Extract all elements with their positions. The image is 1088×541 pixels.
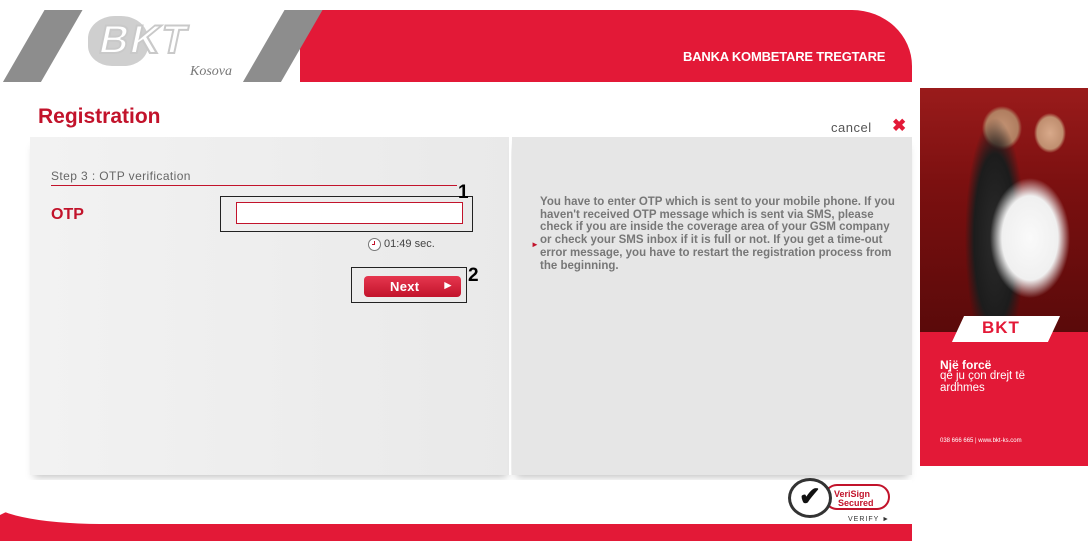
logo-slash-left <box>0 10 86 82</box>
form-panel <box>30 137 511 475</box>
arrow-right-icon: ► <box>442 278 454 292</box>
verisign-verify-link[interactable]: VERIFY ► <box>848 516 890 523</box>
otp-input[interactable] <box>236 202 463 224</box>
verisign-secured-label: Secured <box>838 498 874 508</box>
ad-slogan-line3: ardhmes <box>940 382 985 394</box>
next-button[interactable]: Next ► <box>364 276 461 297</box>
next-button-label: Next <box>390 279 420 294</box>
checkmark-glyph: ✔ <box>799 481 821 511</box>
clock-icon <box>368 238 381 251</box>
checkmark-icon: ✔ <box>788 478 832 518</box>
logo-panel: BKT Kosova <box>0 10 326 82</box>
logo-text: BKT <box>94 17 194 63</box>
logo-slash-right <box>236 10 326 82</box>
otp-timer: 01:49 sec. <box>384 238 435 250</box>
header-banner: BKT Kosova BANKA KOMBETARE TREGTARE <box>0 10 912 82</box>
panel-divider <box>509 137 511 475</box>
ad-logo: BKT <box>982 318 1020 337</box>
side-advertisement[interactable]: BKT Një forcë që ju çon drejt të ardhmes… <box>920 88 1088 466</box>
ad-slogan-line2: që ju çon drejt të <box>940 370 1026 382</box>
cancel-link[interactable]: cancel <box>831 120 872 135</box>
bullet-icon: ► <box>531 240 539 249</box>
annotation-marker-1: 1 <box>458 182 469 203</box>
page-title: Registration <box>38 105 161 128</box>
logo-subtitle: Kosova <box>190 64 232 79</box>
close-icon[interactable]: ✖ <box>892 116 906 136</box>
ad-photo <box>920 88 1088 332</box>
otp-label: OTP <box>51 206 84 223</box>
bank-name: BANKA KOMBETARE TREGTARE <box>683 49 886 64</box>
annotation-marker-2: 2 <box>468 265 479 286</box>
step-divider <box>51 185 457 186</box>
help-panel <box>512 137 912 475</box>
ad-contact: 038 666 665 | www.bkt-ks.com <box>940 438 1022 444</box>
step-label: Step 3 : OTP verification <box>51 169 191 183</box>
help-text: You have to enter OTP which is sent to y… <box>540 196 895 272</box>
footer-white-curve <box>0 480 912 524</box>
